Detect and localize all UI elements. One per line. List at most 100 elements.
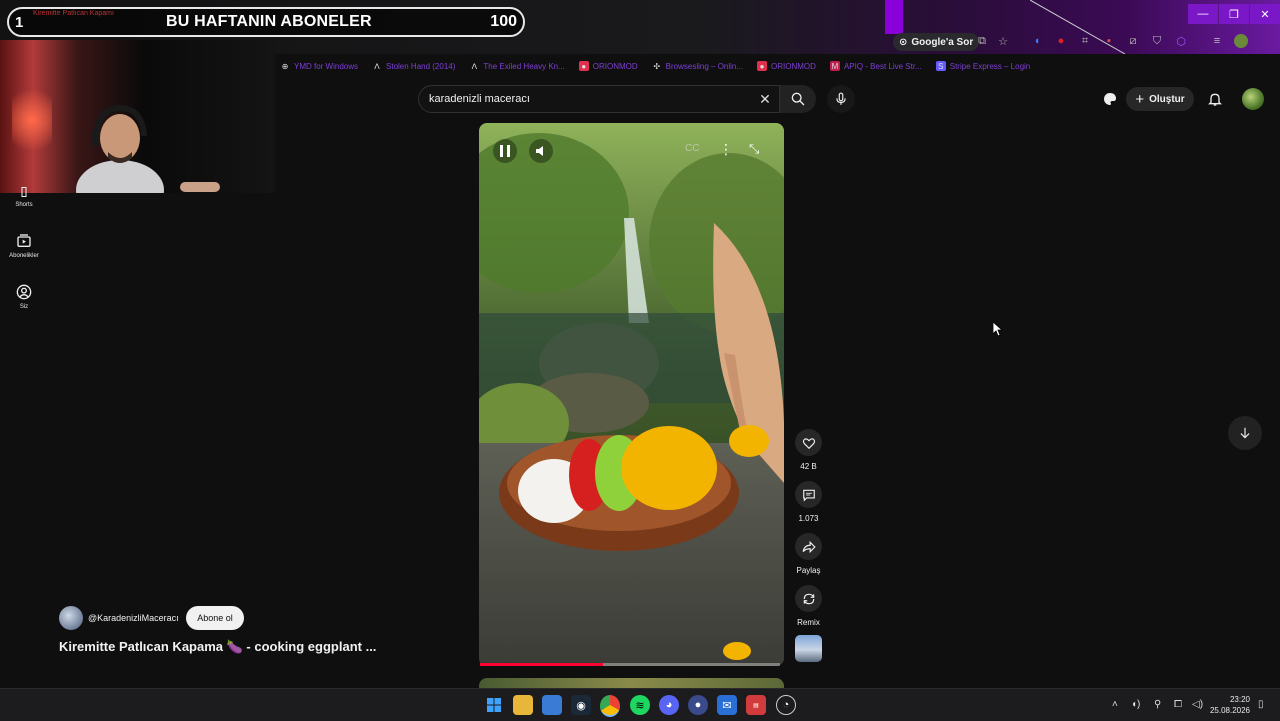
create-button[interactable]: + Oluştur — [1126, 87, 1194, 111]
maximize-button[interactable]: ❐ — [1219, 4, 1249, 24]
bookmark-star-icon[interactable]: ☆ — [996, 34, 1010, 48]
lens-icon: ⊙ — [899, 36, 908, 48]
bookmark-item[interactable]: ● ORIONMOD — [757, 58, 816, 74]
bookmark-label: Stripe Express – Login — [949, 61, 1031, 71]
banner-title: BU HAFTANIN ABONELER — [166, 13, 372, 30]
video-frame — [479, 123, 784, 666]
bookmark-item[interactable]: S Stripe Express – Login — [935, 58, 1031, 74]
share-button[interactable] — [795, 533, 822, 560]
channel-avatar[interactable] — [59, 606, 83, 630]
shorts-icon — [21, 187, 27, 197]
minimize-button[interactable]: — — [1188, 4, 1218, 24]
like-button[interactable] — [795, 429, 822, 456]
sidebar-item-shorts[interactable]: Shorts — [0, 186, 48, 208]
microphone-icon[interactable]: ⚲ — [1154, 699, 1161, 710]
app-icon[interactable]: ▤ — [746, 695, 766, 715]
google-ask-button[interactable]: ⊙ Google'a Sor — [893, 33, 980, 51]
steam-icon[interactable]: ◉ — [571, 695, 591, 715]
bookmark-label: ORIONMOD — [771, 61, 816, 71]
bookmark-label: Browsesling – Onlin... — [665, 61, 744, 71]
search-query: karadenizli maceracı — [429, 93, 530, 105]
extension-icon[interactable]: ▪ — [1102, 34, 1116, 48]
app-icon[interactable]: ✉ — [717, 695, 737, 715]
like-icon — [802, 437, 815, 449]
bookmark-item[interactable]: ⊕ YMD for Windows — [280, 58, 358, 74]
sidebar-item-subscriptions[interactable]: Abonelikler — [0, 233, 48, 259]
a-logo-icon: ᐱ — [374, 61, 380, 71]
channel-handle[interactable]: @KaradenizliMaceracı — [88, 613, 179, 623]
voice-search-button[interactable] — [827, 85, 855, 113]
pause-icon — [500, 145, 510, 157]
bookmark-label: ORIONMOD — [592, 61, 638, 71]
obs-icon[interactable]: ◔ — [776, 695, 796, 715]
extension-icon[interactable]: ⌗ — [1078, 34, 1092, 48]
chrome-icon[interactable] — [600, 695, 620, 717]
search-input[interactable]: karadenizli maceracı ✕ — [418, 85, 780, 113]
profile-avatar-icon[interactable] — [1234, 34, 1248, 48]
fullscreen-icon[interactable]: ⤡ — [749, 141, 763, 156]
file-explorer-icon[interactable] — [513, 695, 533, 715]
shorts-video-player[interactable]: CC ⋮ ⤡ — [479, 123, 784, 666]
install-app-icon[interactable]: ⧉ — [975, 34, 989, 48]
bookmark-item[interactable]: ✣ Browsesling – Onlin... — [652, 58, 743, 74]
extension-icon[interactable]: ⬡ — [1174, 34, 1188, 48]
gear-icon: ✣ — [653, 61, 661, 71]
notification-center-icon[interactable]: ▯ — [1258, 699, 1264, 710]
next-short-button[interactable] — [1228, 416, 1262, 450]
stripe-icon: S — [935, 61, 946, 71]
subscribe-button[interactable]: Abone ol — [186, 606, 244, 630]
bookmark-item[interactable]: ᐱ The Exiled Heavy Kn... — [469, 58, 565, 74]
windows-start-icon[interactable] — [484, 695, 504, 715]
bookmark-label: YMD for Windows — [294, 61, 359, 71]
patreon-icon: ● — [578, 61, 589, 71]
app-icon[interactable]: ● — [688, 695, 708, 715]
remix-label: Remix — [797, 618, 820, 627]
chevron-up-icon[interactable]: ˄ — [1112, 699, 1118, 710]
search-icon — [791, 92, 805, 106]
globe-icon: ⊕ — [281, 61, 289, 71]
bookmark-item[interactable]: ● ORIONMOD — [578, 58, 638, 74]
shield-icon[interactable]: ⛉ — [1150, 34, 1164, 48]
bookmark-item[interactable]: M APIQ - Best Live Str... — [829, 58, 922, 74]
queue-icon[interactable]: ≡ — [1210, 34, 1224, 48]
extension-icon[interactable]: ◖ — [1030, 34, 1044, 48]
captions-icon[interactable]: CC — [685, 143, 699, 157]
audio-device-icon[interactable]: ◖) — [1131, 699, 1140, 710]
network-icon[interactable]: ⧠ — [1174, 699, 1182, 710]
share-icon — [802, 540, 816, 553]
like-count: 42 B — [800, 462, 817, 471]
notifications-bell-icon[interactable] — [1207, 91, 1223, 107]
profile-icon — [16, 284, 32, 300]
plus-icon: + — [1135, 90, 1145, 108]
search-button[interactable] — [780, 85, 816, 113]
system-clock[interactable]: 23:20 25.08.2026 — [1210, 694, 1250, 716]
sidebar-item-you[interactable]: Siz — [0, 284, 48, 310]
m-logo-icon: M — [829, 61, 840, 71]
bookmark-item[interactable]: ᐱ Stolen Hand (2014) — [372, 58, 455, 74]
more-options-icon[interactable]: ⋮ — [719, 141, 733, 157]
comment-button[interactable] — [795, 481, 822, 508]
photos-icon[interactable] — [542, 695, 562, 715]
a-logo-icon: ᐱ — [471, 61, 478, 71]
volume-icon[interactable]: ◁) — [1192, 699, 1203, 710]
close-icon[interactable]: ✕ — [756, 90, 774, 108]
pause-button[interactable] — [493, 139, 517, 163]
sound-thumbnail[interactable] — [795, 635, 822, 662]
share-label: Paylaş — [796, 566, 821, 575]
mute-button[interactable] — [529, 139, 553, 163]
avatar[interactable] — [1242, 88, 1264, 110]
spotify-icon[interactable]: ≋ — [630, 695, 650, 715]
banner-rank: 1 — [15, 14, 24, 31]
extension-icon[interactable]: ⧄ — [1126, 34, 1140, 48]
record-extension-icon[interactable]: ● — [1054, 34, 1068, 48]
discord-icon[interactable]: ◕ — [659, 695, 679, 715]
video-progress-bar[interactable] — [480, 663, 780, 666]
remix-button[interactable] — [795, 585, 822, 612]
close-window-button[interactable]: ✕ — [1250, 4, 1280, 24]
mouse-cursor-icon — [993, 322, 1003, 336]
banner-ticker: Kiremitte Patlıcan Kapamı — [33, 10, 114, 17]
palette-icon[interactable] — [1102, 91, 1118, 107]
banner-count: 100 — [490, 13, 517, 30]
webcam-overlay — [0, 40, 275, 193]
video-title[interactable]: Kiremitte Patlıcan Kapama 🍆 - cooking eg… — [59, 639, 376, 655]
